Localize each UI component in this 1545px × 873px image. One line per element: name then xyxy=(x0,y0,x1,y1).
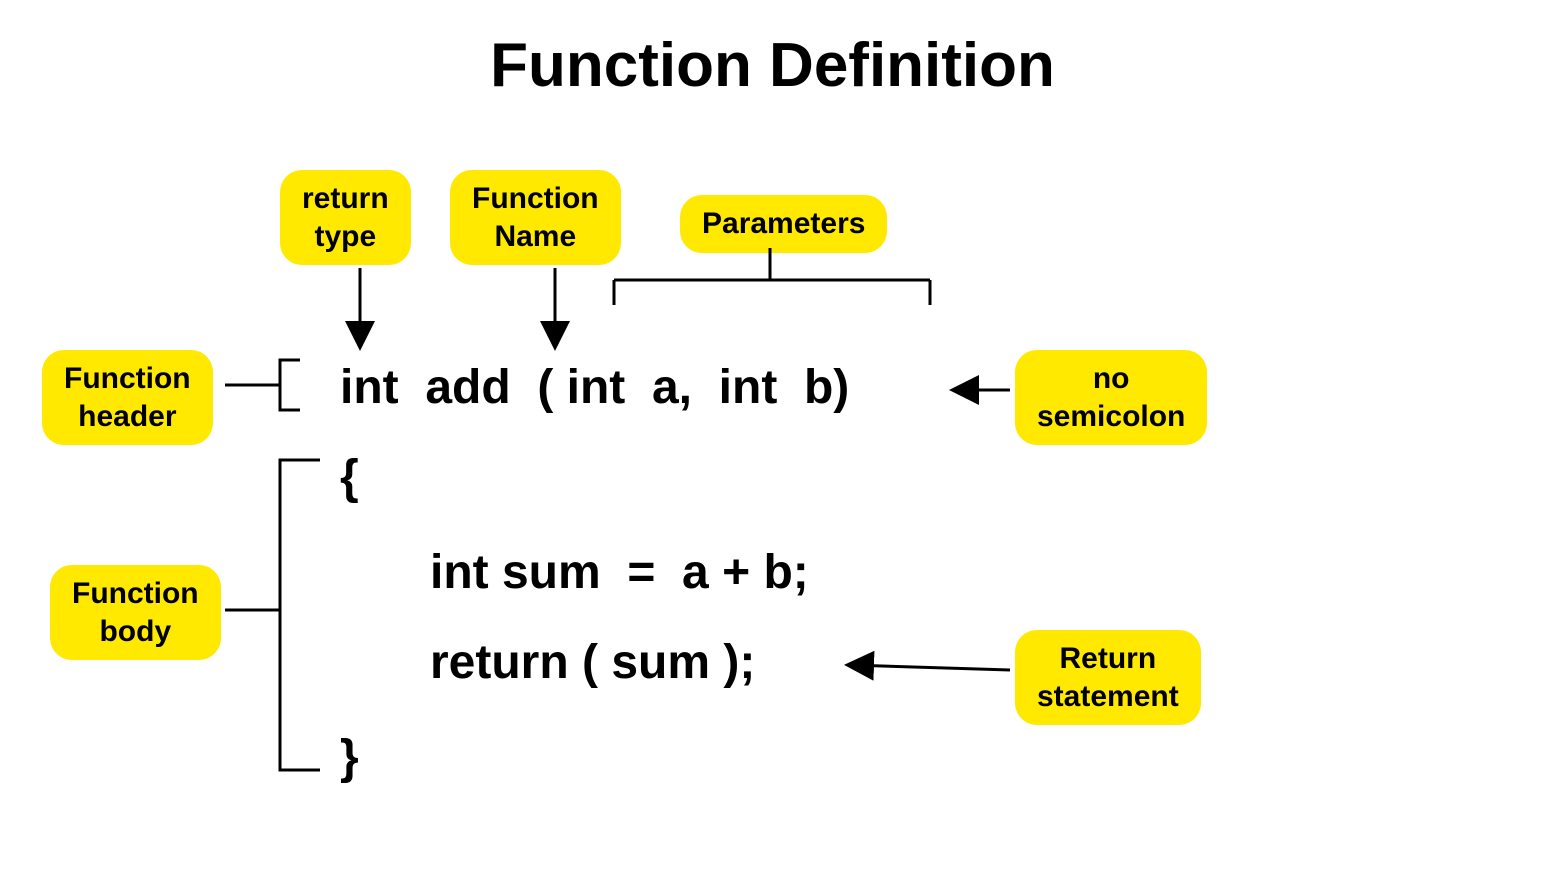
code-brace-open: { xyxy=(340,450,359,505)
code-header-line: int add ( int a, int b) xyxy=(340,360,849,415)
label-parameters: Parameters xyxy=(680,195,887,253)
label-function-body: Function body xyxy=(50,565,221,660)
label-function-header: Function header xyxy=(42,350,213,445)
code-line-1: int sum = a + b; xyxy=(430,545,809,600)
code-line-2: return ( sum ); xyxy=(430,635,755,690)
diagram-title: Function Definition xyxy=(0,30,1545,101)
label-return-statement: Return statement xyxy=(1015,630,1201,725)
label-return-type: return type xyxy=(280,170,411,265)
diagram-arrows xyxy=(0,0,1545,873)
label-no-semicolon: no semicolon xyxy=(1015,350,1207,445)
label-function-name: Function Name xyxy=(450,170,621,265)
code-brace-close: } xyxy=(340,730,359,785)
